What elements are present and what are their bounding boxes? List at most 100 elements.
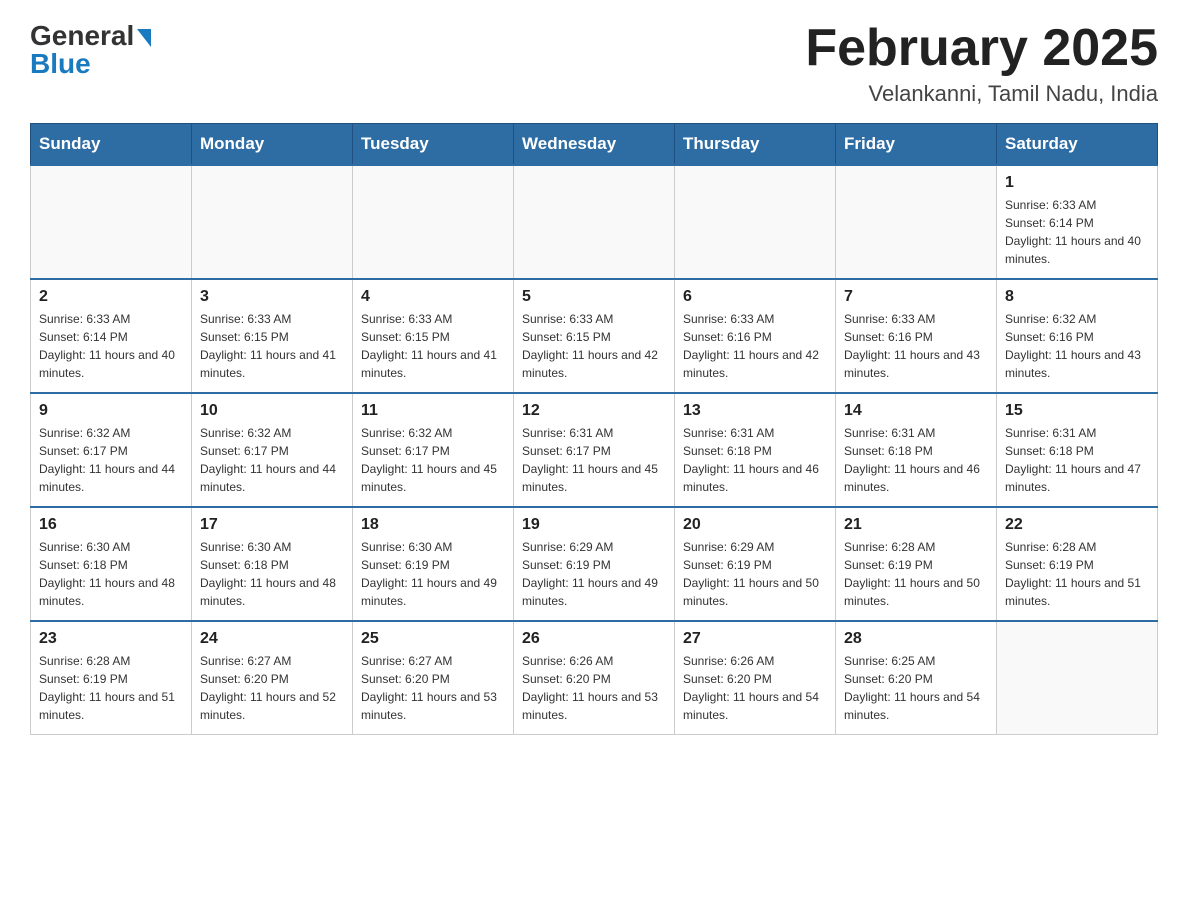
day-info: Sunrise: 6:28 AMSunset: 6:19 PMDaylight:… — [1005, 538, 1149, 610]
table-row: 17 Sunrise: 6:30 AMSunset: 6:18 PMDayligh… — [192, 507, 353, 621]
day-number: 24 — [200, 630, 344, 648]
day-number: 5 — [522, 288, 666, 306]
table-row: 26 Sunrise: 6:26 AMSunset: 6:20 PMDayligh… — [514, 621, 675, 735]
day-number: 8 — [1005, 288, 1149, 306]
day-number: 26 — [522, 630, 666, 648]
day-info: Sunrise: 6:31 AMSunset: 6:17 PMDaylight:… — [522, 424, 666, 496]
calendar-week-row: 9 Sunrise: 6:32 AMSunset: 6:17 PMDaylight… — [31, 393, 1158, 507]
day-info: Sunrise: 6:32 AMSunset: 6:17 PMDaylight:… — [361, 424, 505, 496]
table-row: 4 Sunrise: 6:33 AMSunset: 6:15 PMDaylight… — [353, 279, 514, 393]
day-info: Sunrise: 6:33 AMSunset: 6:15 PMDaylight:… — [200, 310, 344, 382]
table-row: 14 Sunrise: 6:31 AMSunset: 6:18 PMDayligh… — [836, 393, 997, 507]
day-info: Sunrise: 6:27 AMSunset: 6:20 PMDaylight:… — [361, 652, 505, 724]
table-row — [31, 165, 192, 279]
logo: General Blue — [30, 20, 151, 80]
table-row — [836, 165, 997, 279]
table-row — [997, 621, 1158, 735]
table-row: 20 Sunrise: 6:29 AMSunset: 6:19 PMDayligh… — [675, 507, 836, 621]
day-info: Sunrise: 6:26 AMSunset: 6:20 PMDaylight:… — [683, 652, 827, 724]
day-info: Sunrise: 6:31 AMSunset: 6:18 PMDaylight:… — [844, 424, 988, 496]
day-info: Sunrise: 6:28 AMSunset: 6:19 PMDaylight:… — [844, 538, 988, 610]
table-row: 16 Sunrise: 6:30 AMSunset: 6:18 PMDayligh… — [31, 507, 192, 621]
day-number: 19 — [522, 516, 666, 534]
table-row: 27 Sunrise: 6:26 AMSunset: 6:20 PMDayligh… — [675, 621, 836, 735]
header-saturday: Saturday — [997, 124, 1158, 166]
header-tuesday: Tuesday — [353, 124, 514, 166]
day-info: Sunrise: 6:32 AMSunset: 6:16 PMDaylight:… — [1005, 310, 1149, 382]
day-info: Sunrise: 6:27 AMSunset: 6:20 PMDaylight:… — [200, 652, 344, 724]
day-info: Sunrise: 6:26 AMSunset: 6:20 PMDaylight:… — [522, 652, 666, 724]
day-number: 17 — [200, 516, 344, 534]
day-number: 1 — [1005, 174, 1149, 192]
table-row — [514, 165, 675, 279]
day-info: Sunrise: 6:32 AMSunset: 6:17 PMDaylight:… — [39, 424, 183, 496]
header-monday: Monday — [192, 124, 353, 166]
calendar-table: Sunday Monday Tuesday Wednesday Thursday… — [30, 123, 1158, 735]
day-info: Sunrise: 6:33 AMSunset: 6:15 PMDaylight:… — [522, 310, 666, 382]
day-info: Sunrise: 6:32 AMSunset: 6:17 PMDaylight:… — [200, 424, 344, 496]
header-thursday: Thursday — [675, 124, 836, 166]
table-row: 3 Sunrise: 6:33 AMSunset: 6:15 PMDaylight… — [192, 279, 353, 393]
month-title: February 2025 — [805, 20, 1158, 77]
table-row: 12 Sunrise: 6:31 AMSunset: 6:17 PMDayligh… — [514, 393, 675, 507]
header-sunday: Sunday — [31, 124, 192, 166]
day-number: 28 — [844, 630, 988, 648]
table-row: 11 Sunrise: 6:32 AMSunset: 6:17 PMDayligh… — [353, 393, 514, 507]
day-number: 20 — [683, 516, 827, 534]
title-area: February 2025 Velankanni, Tamil Nadu, In… — [805, 20, 1158, 107]
table-row: 1 Sunrise: 6:33 AMSunset: 6:14 PMDaylight… — [997, 165, 1158, 279]
day-number: 4 — [361, 288, 505, 306]
day-info: Sunrise: 6:31 AMSunset: 6:18 PMDaylight:… — [683, 424, 827, 496]
day-info: Sunrise: 6:33 AMSunset: 6:15 PMDaylight:… — [361, 310, 505, 382]
logo-arrow-icon — [137, 29, 151, 47]
day-number: 13 — [683, 402, 827, 420]
table-row: 19 Sunrise: 6:29 AMSunset: 6:19 PMDayligh… — [514, 507, 675, 621]
day-number: 14 — [844, 402, 988, 420]
day-info: Sunrise: 6:33 AMSunset: 6:14 PMDaylight:… — [39, 310, 183, 382]
day-number: 27 — [683, 630, 827, 648]
table-row: 28 Sunrise: 6:25 AMSunset: 6:20 PMDayligh… — [836, 621, 997, 735]
table-row: 10 Sunrise: 6:32 AMSunset: 6:17 PMDayligh… — [192, 393, 353, 507]
day-number: 15 — [1005, 402, 1149, 420]
day-info: Sunrise: 6:29 AMSunset: 6:19 PMDaylight:… — [522, 538, 666, 610]
location-title: Velankanni, Tamil Nadu, India — [805, 81, 1158, 107]
day-info: Sunrise: 6:29 AMSunset: 6:19 PMDaylight:… — [683, 538, 827, 610]
day-number: 21 — [844, 516, 988, 534]
header-friday: Friday — [836, 124, 997, 166]
table-row: 24 Sunrise: 6:27 AMSunset: 6:20 PMDayligh… — [192, 621, 353, 735]
day-info: Sunrise: 6:30 AMSunset: 6:19 PMDaylight:… — [361, 538, 505, 610]
table-row: 25Sunrise: 6:27 AMSunset: 6:20 PMDayligh… — [353, 621, 514, 735]
table-row: 22Sunrise: 6:28 AMSunset: 6:19 PMDayligh… — [997, 507, 1158, 621]
day-number: 6 — [683, 288, 827, 306]
day-number: 23 — [39, 630, 183, 648]
calendar-week-row: 16 Sunrise: 6:30 AMSunset: 6:18 PMDayligh… — [31, 507, 1158, 621]
day-info: Sunrise: 6:30 AMSunset: 6:18 PMDaylight:… — [200, 538, 344, 610]
table-row: 23Sunrise: 6:28 AMSunset: 6:19 PMDayligh… — [31, 621, 192, 735]
header-area: General Blue February 2025 Velankanni, T… — [30, 20, 1158, 107]
day-number: 12 — [522, 402, 666, 420]
day-number: 18 — [361, 516, 505, 534]
table-row: 5 Sunrise: 6:33 AMSunset: 6:15 PMDaylight… — [514, 279, 675, 393]
table-row — [675, 165, 836, 279]
table-row: 9 Sunrise: 6:32 AMSunset: 6:17 PMDaylight… — [31, 393, 192, 507]
table-row: 13 Sunrise: 6:31 AMSunset: 6:18 PMDayligh… — [675, 393, 836, 507]
day-info: Sunrise: 6:33 AMSunset: 6:16 PMDaylight:… — [683, 310, 827, 382]
table-row: 18 Sunrise: 6:30 AMSunset: 6:19 PMDayligh… — [353, 507, 514, 621]
table-row: 21 Sunrise: 6:28 AMSunset: 6:19 PMDayligh… — [836, 507, 997, 621]
weekday-header-row: Sunday Monday Tuesday Wednesday Thursday… — [31, 124, 1158, 166]
day-number: 7 — [844, 288, 988, 306]
day-number: 10 — [200, 402, 344, 420]
day-info: Sunrise: 6:33 AMSunset: 6:14 PMDaylight:… — [1005, 196, 1149, 268]
table-row: 8 Sunrise: 6:32 AMSunset: 6:16 PMDaylight… — [997, 279, 1158, 393]
calendar-week-row: 1 Sunrise: 6:33 AMSunset: 6:14 PMDaylight… — [31, 165, 1158, 279]
day-number: 11 — [361, 402, 505, 420]
calendar-week-row: 2Sunrise: 6:33 AMSunset: 6:14 PMDaylight… — [31, 279, 1158, 393]
day-number: 3 — [200, 288, 344, 306]
day-number: 16 — [39, 516, 183, 534]
table-row — [353, 165, 514, 279]
table-row: 6 Sunrise: 6:33 AMSunset: 6:16 PMDaylight… — [675, 279, 836, 393]
day-number: 9 — [39, 402, 183, 420]
day-info: Sunrise: 6:25 AMSunset: 6:20 PMDaylight:… — [844, 652, 988, 724]
day-info: Sunrise: 6:30 AMSunset: 6:18 PMDaylight:… — [39, 538, 183, 610]
calendar-week-row: 23Sunrise: 6:28 AMSunset: 6:19 PMDayligh… — [31, 621, 1158, 735]
